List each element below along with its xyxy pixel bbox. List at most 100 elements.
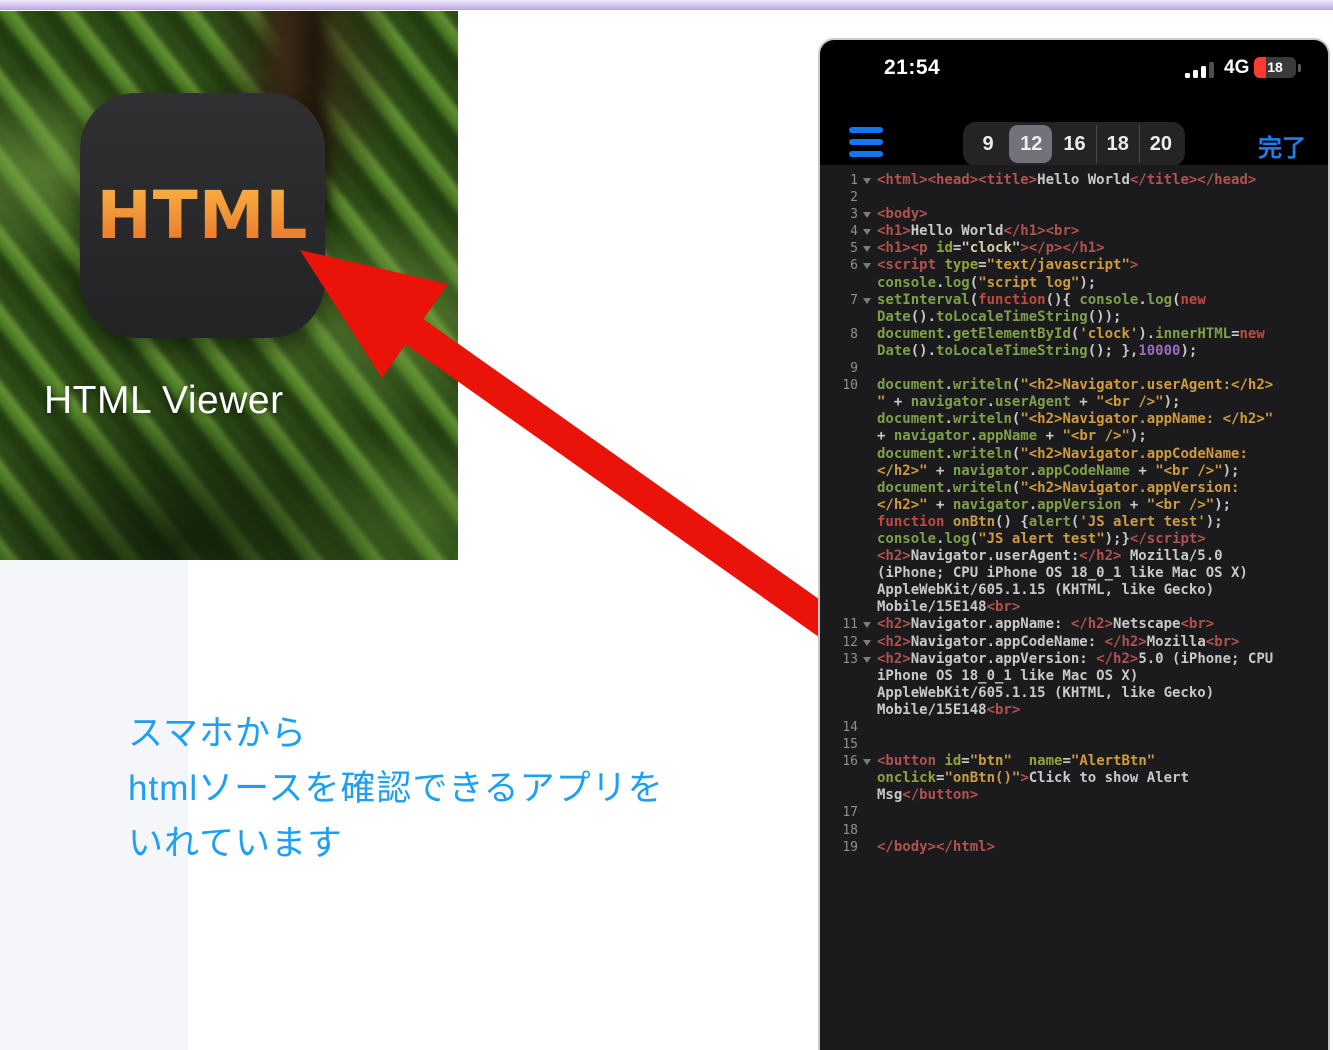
code-row: 2 (820, 189, 1328, 206)
code-line: document.writeln("<h2>Navigator.userAgen… (877, 377, 1273, 394)
fold-spacer (858, 599, 877, 616)
fold-spacer (858, 394, 877, 411)
code-line: Date().toLocaleTimeString()); (877, 309, 1121, 326)
code-line: Msg</button> (877, 787, 978, 804)
code-row: 4<h1>Hello World</h1><br> (820, 223, 1328, 240)
code-line: iPhone OS 18_0_1 like Mac OS X) (877, 668, 1138, 685)
line-number: 7 (820, 292, 858, 309)
caption-line: htmlソースを確認できるアプリを (128, 761, 664, 816)
code-row: 7setInterval(function(){ console.log(new (820, 292, 1328, 309)
fold-triangle-icon[interactable] (858, 616, 877, 633)
fold-spacer (858, 275, 877, 292)
fold-triangle-icon[interactable] (858, 651, 877, 668)
line-number (820, 685, 858, 702)
code-line: <h2>Navigator.appCodeName: </h2>Mozilla<… (877, 634, 1239, 651)
line-number (820, 480, 858, 497)
code-row: 9 (820, 360, 1328, 377)
line-number: 19 (820, 839, 858, 856)
line-number (820, 343, 858, 360)
font-size-option-9[interactable]: 9 (966, 125, 1009, 163)
battery-nub (1298, 64, 1301, 72)
fold-triangle-icon[interactable] (858, 257, 877, 274)
font-size-option-12[interactable]: 12 (1009, 125, 1052, 163)
fold-triangle-icon[interactable] (858, 172, 877, 189)
code-row: Mobile/15E148<br> (820, 702, 1328, 719)
code-row: + navigator.appName + "<br />"); (820, 428, 1328, 445)
code-line: <h2>Navigator.userAgent:</h2> Mozilla/5.… (877, 548, 1223, 565)
fold-triangle-icon[interactable] (858, 240, 877, 257)
code-row: 15 (820, 736, 1328, 753)
code-line: </body></html> (877, 839, 995, 856)
code-line: console.log("JS alert test");}</script> (877, 531, 1206, 548)
fold-spacer (858, 326, 877, 343)
fold-spacer (858, 839, 877, 856)
fold-spacer (858, 514, 877, 531)
fold-triangle-icon[interactable] (858, 223, 877, 240)
fold-spacer (858, 582, 877, 599)
fold-spacer (858, 531, 877, 548)
line-number (820, 548, 858, 565)
fold-spacer (858, 428, 877, 445)
code-row: Date().toLocaleTimeString(); },10000); (820, 343, 1328, 360)
fold-spacer (858, 343, 877, 360)
line-number: 17 (820, 804, 858, 821)
code-row: console.log("script log"); (820, 275, 1328, 292)
menu-icon[interactable] (849, 127, 883, 157)
done-button[interactable]: 完了 (1258, 128, 1306, 163)
battery-percent: 18 (1254, 59, 1296, 75)
line-number (820, 446, 858, 463)
code-row: Date().toLocaleTimeString()); (820, 309, 1328, 326)
line-number: 8 (820, 326, 858, 343)
line-number (820, 770, 858, 787)
code-line: Date().toLocaleTimeString(); },10000); (877, 343, 1197, 360)
code-row: 19 </body></html> (820, 839, 1328, 856)
line-number (820, 275, 858, 292)
caption-line: スマホから (128, 706, 664, 761)
code-line: document.writeln("<h2>Navigator.appName:… (877, 411, 1273, 428)
code-row: AppleWebKit/605.1.15 (KHTML, like Gecko) (820, 582, 1328, 599)
fold-spacer (858, 189, 877, 206)
font-size-segmented-control[interactable]: 912161820 (963, 122, 1185, 166)
fold-spacer (858, 446, 877, 463)
code-row: document.writeln("<h2>Navigator.appCodeN… (820, 446, 1328, 463)
line-number: 6 (820, 257, 858, 274)
fold-triangle-icon[interactable] (858, 634, 877, 651)
font-size-option-18[interactable]: 18 (1096, 125, 1139, 163)
code-row: AppleWebKit/605.1.15 (KHTML, like Gecko) (820, 685, 1328, 702)
code-row: 14 (820, 719, 1328, 736)
annotation-caption: スマホから htmlソースを確認できるアプリを いれています (128, 706, 664, 871)
line-number (820, 531, 858, 548)
line-number (820, 668, 858, 685)
line-number: 5 (820, 240, 858, 257)
code-line: AppleWebKit/605.1.15 (KHTML, like Gecko) (877, 582, 1214, 599)
code-row: (iPhone; CPU iPhone OS 18_0_1 like Mac O… (820, 565, 1328, 582)
font-size-option-16[interactable]: 16 (1052, 125, 1095, 163)
code-editor[interactable]: 1<html><head><title>Hello World</title><… (820, 165, 1328, 1050)
font-size-option-20[interactable]: 20 (1139, 125, 1182, 163)
fold-spacer (858, 309, 877, 326)
status-bar: 21:54 4G 18 (820, 40, 1328, 100)
line-number (820, 514, 858, 531)
line-number (820, 463, 858, 480)
fold-triangle-icon[interactable] (858, 206, 877, 223)
code-line: document.writeln("<h2>Navigator.appCodeN… (877, 446, 1248, 463)
fold-spacer (858, 480, 877, 497)
line-number (820, 582, 858, 599)
fold-spacer (858, 668, 877, 685)
line-number: 4 (820, 223, 858, 240)
fold-triangle-icon[interactable] (858, 292, 877, 309)
fold-spacer (858, 770, 877, 787)
code-line: onclick="onBtn()">Click to show Alert (877, 770, 1189, 787)
fold-spacer (858, 411, 877, 428)
code-line: Mobile/15E148<br> (877, 702, 1020, 719)
fold-triangle-icon[interactable] (858, 753, 877, 770)
line-number: 2 (820, 189, 858, 206)
line-number (820, 599, 858, 616)
html-viewer-app-icon[interactable]: HTML (80, 93, 325, 338)
line-number: 18 (820, 822, 858, 839)
fold-spacer (858, 787, 877, 804)
line-number: 13 (820, 651, 858, 668)
code-line: <button id="btn" name="AlertBtn" (877, 753, 1155, 770)
line-number: 12 (820, 634, 858, 651)
window-top-strip (0, 0, 1333, 10)
